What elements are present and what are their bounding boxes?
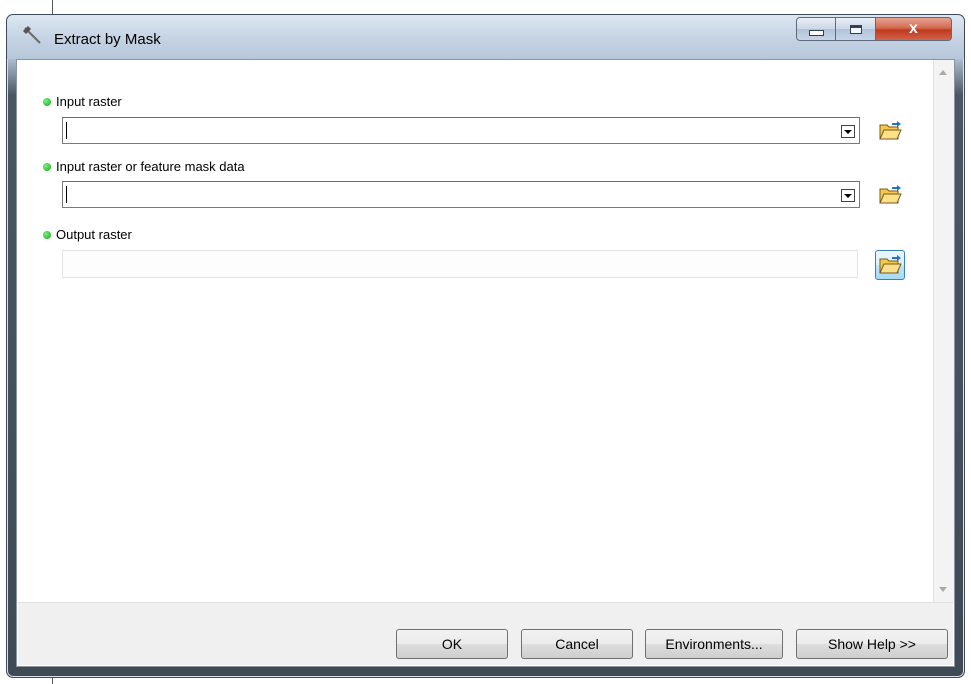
mask-data-combo[interactable]	[62, 181, 860, 208]
open-folder-icon	[879, 185, 902, 204]
browse-mask-data-button[interactable]	[875, 180, 905, 210]
button-bar: OK Cancel Environments... Show Help >>	[18, 602, 953, 665]
param-label-output-raster: Output raster	[56, 227, 132, 242]
required-green-dot-icon	[43, 163, 51, 171]
chevron-down-icon[interactable]	[841, 125, 855, 138]
param-label-mask-data: Input raster or feature mask data	[56, 159, 245, 174]
cancel-button[interactable]: Cancel	[521, 629, 633, 659]
show-help-button[interactable]: Show Help >>	[796, 629, 948, 659]
maximize-button[interactable]	[836, 17, 876, 41]
ok-button[interactable]: OK	[396, 629, 508, 659]
background-divider	[52, 677, 53, 684]
scroll-up-icon[interactable]	[939, 70, 947, 75]
title-bar[interactable]: Extract by Mask x	[7, 15, 964, 59]
scroll-down-icon[interactable]	[939, 587, 947, 592]
browse-input-raster-button[interactable]	[875, 116, 905, 146]
minimize-button[interactable]	[796, 17, 836, 41]
output-raster-field[interactable]	[62, 250, 858, 278]
background-divider	[52, 0, 53, 14]
open-folder-icon	[879, 255, 902, 274]
chevron-down-icon[interactable]	[841, 189, 855, 202]
required-green-dot-icon	[43, 231, 51, 239]
close-button[interactable]: x	[876, 17, 952, 41]
window-title: Extract by Mask	[54, 31, 161, 48]
extract-by-mask-dialog: Extract by Mask x Input raster Input ras…	[6, 14, 965, 678]
input-raster-combo[interactable]	[62, 117, 860, 144]
text-cursor	[66, 122, 67, 139]
text-cursor	[66, 186, 67, 203]
parameters-panel: Input raster Input raster or feature mas…	[18, 61, 934, 601]
vertical-scrollbar[interactable]	[933, 60, 954, 602]
maximize-icon	[849, 24, 862, 34]
open-folder-icon	[879, 121, 902, 140]
param-label-input-raster: Input raster	[56, 94, 122, 109]
browse-output-raster-button[interactable]	[875, 250, 905, 280]
environments-button[interactable]: Environments...	[645, 629, 783, 659]
close-icon: x	[909, 20, 918, 37]
hammer-tool-icon	[23, 26, 41, 44]
dialog-client-area: Input raster Input raster or feature mas…	[16, 59, 955, 667]
required-green-dot-icon	[43, 98, 51, 106]
minimize-icon	[808, 30, 824, 36]
